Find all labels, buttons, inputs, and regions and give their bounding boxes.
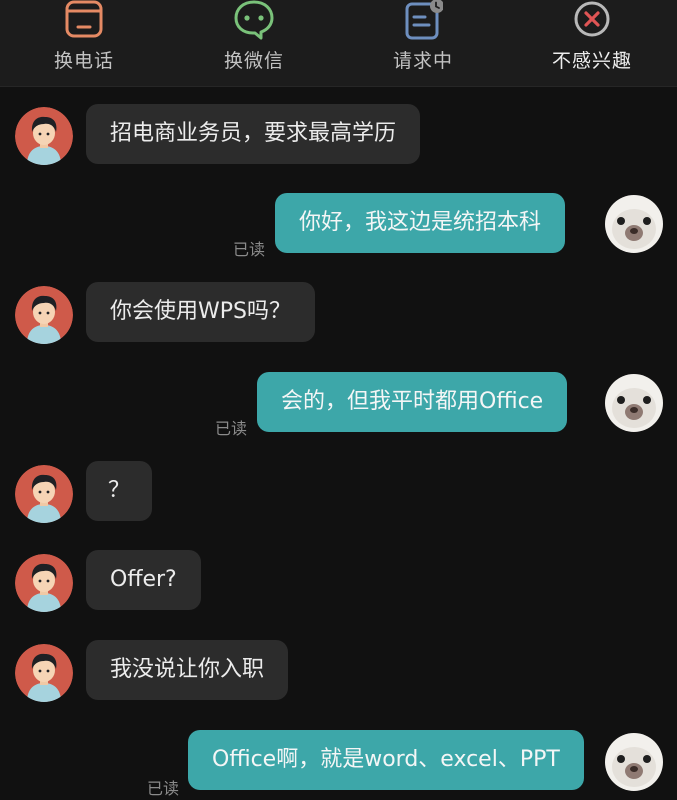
read-receipt: 已读 xyxy=(215,419,248,438)
chat-message-list[interactable]: 招电商业务员，要求最高学历 你好，我这边是统招本科 已读 你会使用WPS吗？ 会… xyxy=(0,87,677,800)
recruiter-avatar[interactable] xyxy=(15,286,73,344)
message-text: 我没说让你入职 xyxy=(110,657,265,682)
swap-wechat-label: 换微信 xyxy=(223,50,284,72)
not-interested-icon xyxy=(572,0,612,40)
outgoing-message-bubble[interactable]: 会的，但我平时都用Office xyxy=(257,372,568,432)
incoming-message-bubble[interactable]: 你会使用WPS吗？ xyxy=(86,282,315,342)
swap-phone-label: 换电话 xyxy=(53,50,114,72)
incoming-message-bubble[interactable]: ？ xyxy=(86,461,153,521)
recruiter-avatar[interactable] xyxy=(15,554,73,612)
recruiter-avatar[interactable] xyxy=(15,644,73,702)
read-receipt: 已读 xyxy=(233,240,266,259)
user-avatar[interactable] xyxy=(605,195,663,253)
incoming-message-bubble[interactable]: 招电商业务员，要求最高学历 xyxy=(86,104,421,164)
recruiter-avatar[interactable] xyxy=(15,107,73,165)
swap-phone-button[interactable]: 换电话 xyxy=(24,0,144,86)
outgoing-message-bubble[interactable]: Office啊，就是word、excel、PPT xyxy=(188,730,584,790)
message-text: 你好，我这边是统招本科 xyxy=(299,210,542,235)
resume-request-button[interactable]: 请求中 xyxy=(363,0,483,86)
message-text: Office啊，就是word、excel、PPT xyxy=(212,747,560,772)
message-text: 你会使用WPS吗？ xyxy=(110,299,291,324)
incoming-message-bubble[interactable]: 我没说让你入职 xyxy=(86,640,289,700)
chat-action-toolbar: 换电话 换微信 请求中 不感兴趣 xyxy=(0,0,677,87)
wechat-icon xyxy=(234,0,274,40)
user-avatar[interactable] xyxy=(605,733,663,791)
recruiter-avatar[interactable] xyxy=(15,465,73,523)
resume-pending-icon xyxy=(403,0,444,40)
not-interested-label: 不感兴趣 xyxy=(551,50,632,72)
resume-request-label: 请求中 xyxy=(392,50,453,72)
not-interested-button[interactable]: 不感兴趣 xyxy=(532,0,652,86)
outgoing-message-bubble[interactable]: 你好，我这边是统招本科 xyxy=(275,193,566,253)
swap-wechat-button[interactable]: 换微信 xyxy=(194,0,314,86)
message-text: 会的，但我平时都用Office xyxy=(281,389,544,414)
incoming-message-bubble[interactable]: Offer? xyxy=(86,550,201,610)
read-receipt: 已读 xyxy=(147,779,180,798)
phone-icon xyxy=(64,0,104,40)
message-text: ？ xyxy=(108,478,131,503)
message-text: Offer? xyxy=(110,567,177,592)
user-avatar[interactable] xyxy=(605,374,663,432)
message-text: 招电商业务员，要求最高学历 xyxy=(110,121,397,146)
